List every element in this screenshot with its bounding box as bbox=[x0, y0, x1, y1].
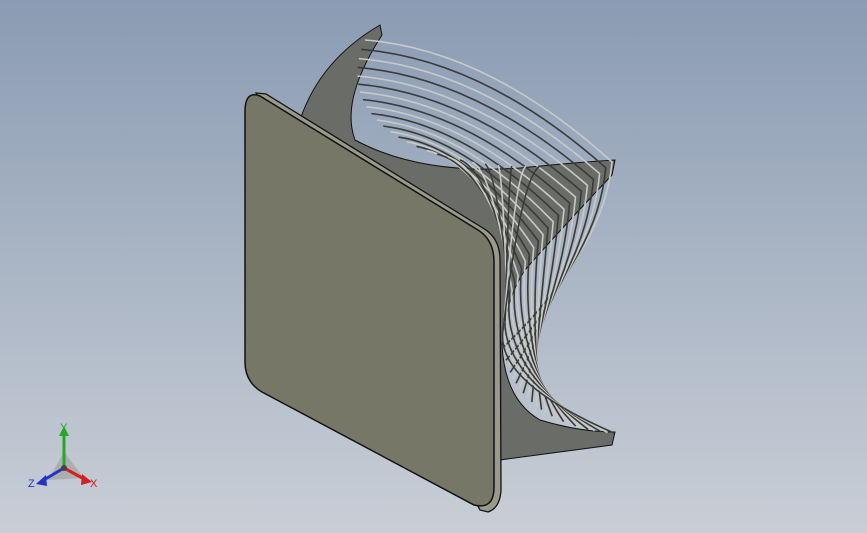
graphics-viewport[interactable]: Y X Z bbox=[0, 0, 867, 533]
triad-origin bbox=[61, 465, 67, 471]
x-axis-label: X bbox=[90, 478, 98, 490]
z-axis-arrowhead bbox=[36, 475, 47, 486]
y-axis-label: Y bbox=[60, 422, 68, 434]
3d-model-view[interactable]: Y X Z bbox=[0, 0, 867, 533]
orientation-triad[interactable]: Y X Z bbox=[28, 422, 98, 490]
z-axis-label: Z bbox=[28, 478, 35, 490]
